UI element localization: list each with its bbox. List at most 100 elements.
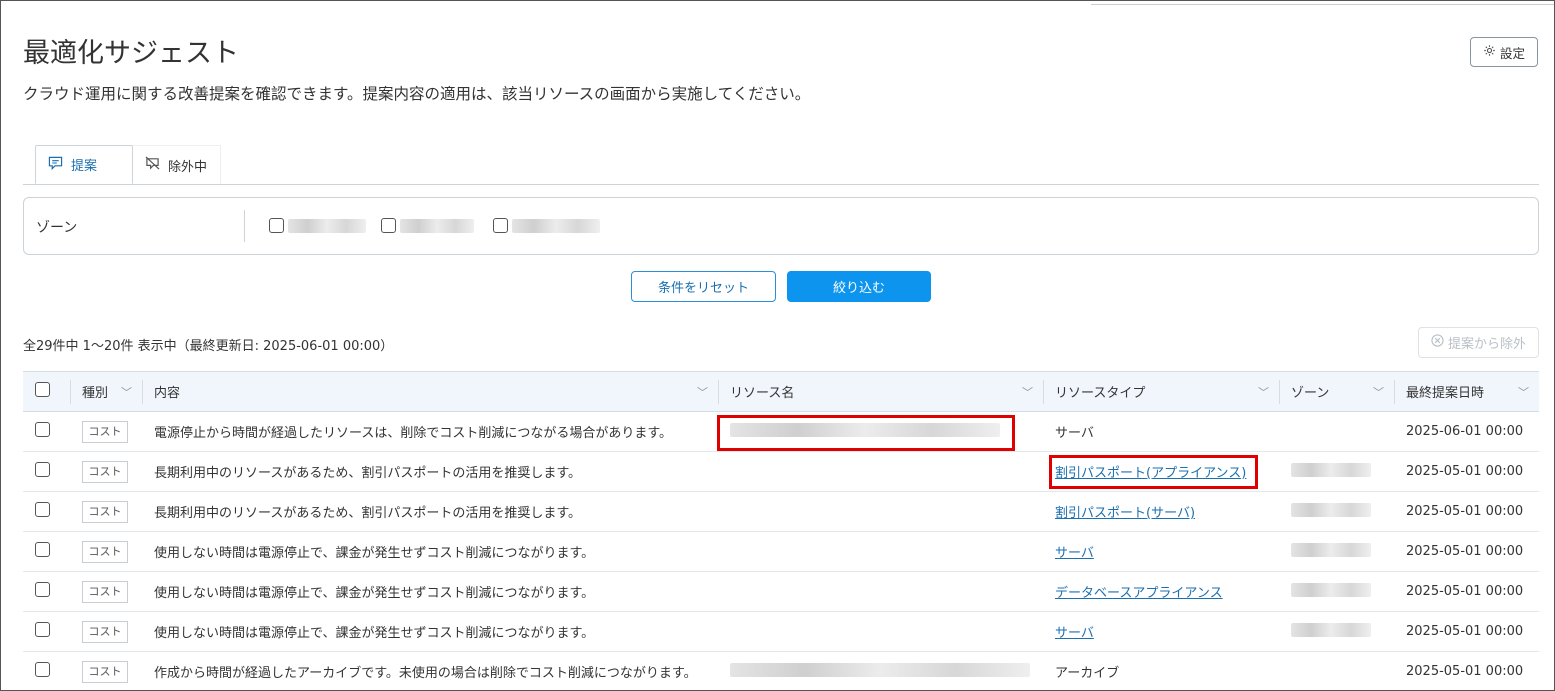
redacted-zone xyxy=(1291,462,1371,477)
chevron-down-icon: ﹀ xyxy=(121,386,132,399)
tab-bar: 提案 除外中 xyxy=(23,144,1539,185)
zone-cell xyxy=(1279,572,1394,612)
zone-cell xyxy=(1279,412,1394,452)
row-checkbox[interactable] xyxy=(35,662,50,677)
date-cell: 2025-05-01 00:00 xyxy=(1406,624,1524,639)
tab-suggestions[interactable]: 提案 xyxy=(35,145,133,184)
result-count: 全29件中 1～20件 表示中（最終更新日: 2025-06-01 00:00） xyxy=(23,339,394,354)
select-all-header xyxy=(23,371,70,412)
column-header-last-suggested[interactable]: 最終提案日時 ﹀ xyxy=(1394,371,1539,412)
zone-checkbox[interactable] xyxy=(269,218,284,233)
column-header-content[interactable]: 内容 ﹀ xyxy=(142,371,718,412)
tab-suggestions-label: 提案 xyxy=(71,159,98,174)
tab-excluded-label: 除外中 xyxy=(168,159,208,175)
redacted-zone xyxy=(1291,542,1371,557)
table-row[interactable]: コスト 作成から時間が経過したアーカイブです。未使用の場合は削除でコスト削減につ… xyxy=(23,652,1539,691)
zone-cell xyxy=(1279,652,1394,691)
select-all-checkbox[interactable] xyxy=(35,382,50,397)
resource-name-cell xyxy=(718,492,1043,532)
resource-type-link[interactable]: データベースアプライアンス xyxy=(1055,586,1223,601)
zone-option-2[interactable] xyxy=(381,218,474,233)
chevron-down-icon: ﹀ xyxy=(1022,386,1033,399)
row-checkbox[interactable] xyxy=(35,422,50,437)
zone-option-1[interactable] xyxy=(269,218,366,233)
column-header-zone[interactable]: ゾーン ﹀ xyxy=(1279,371,1394,412)
date-cell: 2025-06-01 00:00 xyxy=(1406,424,1524,439)
date-cell: 2025-05-01 00:00 xyxy=(1406,664,1524,679)
zone-checkbox[interactable] xyxy=(381,218,396,233)
column-header-type[interactable]: 種別 ﹀ xyxy=(70,371,142,412)
content-cell: 使用しない時間は電源停止で、課金が発生せずコスト削減につながります。 xyxy=(154,586,595,601)
table-header-row: 種別 ﹀ 内容 ﹀ リソース名 ﹀ リソースタイプ ﹀ ゾーン ﹀ 最終提案日時 ﹀ xyxy=(23,371,1539,412)
content-cell: 長期利用中のリソースがあるため、割引パスポートの活用を推奨します。 xyxy=(154,506,582,521)
row-checkbox[interactable] xyxy=(35,582,50,597)
row-checkbox[interactable] xyxy=(35,502,50,517)
resource-name-cell xyxy=(718,572,1043,612)
zone-option-3[interactable] xyxy=(493,218,600,233)
chevron-down-icon: ﹀ xyxy=(697,386,708,399)
exclude-label: 提案から除外 xyxy=(1447,337,1526,352)
highlight-box-resource-name xyxy=(717,415,1015,451)
resource-type-link[interactable]: 割引パスポート(サーバ) xyxy=(1055,506,1195,521)
zone-filter-label: ゾーン xyxy=(36,220,78,236)
zone-cell xyxy=(1279,452,1394,492)
row-checkbox[interactable] xyxy=(35,462,50,477)
content-cell: 使用しない時間は電源停止で、課金が発生せずコスト削減につながります。 xyxy=(154,546,595,561)
date-cell: 2025-05-01 00:00 xyxy=(1406,584,1524,599)
date-cell: 2025-05-01 00:00 xyxy=(1406,464,1524,479)
content-cell: 使用しない時間は電源停止で、課金が発生せずコスト削減につながります。 xyxy=(154,626,595,641)
page-description: クラウド運用に関する改善提案を確認できます。提案内容の適用は、該当リソースの画面… xyxy=(23,85,811,103)
chevron-down-icon: ﹀ xyxy=(1258,386,1269,399)
redacted-zone-name xyxy=(400,218,474,233)
zone-cell xyxy=(1279,492,1394,532)
table-row[interactable]: コスト 使用しない時間は電源停止で、課金が発生せずコスト削減につながります。 サ… xyxy=(23,532,1539,572)
table-row[interactable]: コスト 使用しない時間は電源停止で、課金が発生せずコスト削減につながります。 デ… xyxy=(23,572,1539,612)
resource-name-cell xyxy=(718,532,1043,572)
type-badge: コスト xyxy=(82,460,128,483)
type-badge: コスト xyxy=(82,620,128,643)
redacted-zone-name xyxy=(512,218,600,233)
type-badge: コスト xyxy=(82,660,128,683)
settings-label: 設定 xyxy=(1499,45,1525,61)
zone-cell xyxy=(1279,532,1394,572)
window-frame: 最適化サジェスト クラウド運用に関する改善提案を確認できます。提案内容の適用は、… xyxy=(0,0,1555,691)
table-row[interactable]: コスト 使用しない時間は電源停止で、課金が発生せずコスト削減につながります。 サ… xyxy=(23,612,1539,652)
redacted-zone-name xyxy=(288,218,366,233)
settings-button[interactable]: 設定 xyxy=(1470,37,1538,67)
date-cell: 2025-05-01 00:00 xyxy=(1406,544,1524,559)
gear-icon xyxy=(1483,44,1496,60)
resource-type-link[interactable]: サーバ xyxy=(1055,546,1094,561)
top-bar-edge xyxy=(1091,1,1554,5)
content-cell: 電源停止から時間が経過したリソースは、削除でコスト削減につながる場合があります。 xyxy=(154,426,673,441)
tab-excluded[interactable]: 除外中 xyxy=(133,145,221,184)
apply-filter-button[interactable]: 絞り込む xyxy=(787,271,931,302)
exclude-button[interactable]: 提案から除外 xyxy=(1418,327,1539,358)
resource-type-link[interactable]: サーバ xyxy=(1055,626,1094,641)
type-badge: コスト xyxy=(82,500,128,523)
date-cell: 2025-05-01 00:00 xyxy=(1406,504,1524,519)
redacted-zone xyxy=(1291,502,1371,517)
content-cell: 長期利用中のリソースがあるため、割引パスポートの活用を推奨します。 xyxy=(154,466,582,481)
resource-type-cell: サーバ xyxy=(1055,426,1094,441)
zone-checkbox[interactable] xyxy=(493,218,508,233)
redacted-resource-name xyxy=(730,662,1030,677)
content-cell: 作成から時間が経過したアーカイブです。未使用の場合は削除でコスト削減につながりま… xyxy=(154,666,697,681)
filter-divider xyxy=(244,210,245,242)
resource-name-cell xyxy=(718,452,1043,492)
column-header-resource-name[interactable]: リソース名 ﹀ xyxy=(718,371,1043,412)
highlight-box-resource-type xyxy=(1049,455,1258,489)
table-row[interactable]: コスト 長期利用中のリソースがあるため、割引パスポートの活用を推奨します。 割引… xyxy=(23,492,1539,532)
resource-type-cell: アーカイブ xyxy=(1055,666,1120,681)
comment-icon xyxy=(48,156,63,174)
filter-panel: ゾーン xyxy=(23,197,1539,255)
redacted-zone xyxy=(1291,622,1371,637)
zone-cell xyxy=(1279,612,1394,652)
eye-off-icon xyxy=(145,156,160,174)
table-row[interactable]: コスト 長期利用中のリソースがあるため、割引パスポートの活用を推奨します。 割引… xyxy=(23,452,1539,492)
column-header-resource-type[interactable]: リソースタイプ ﹀ xyxy=(1043,371,1279,412)
reset-filter-button[interactable]: 条件をリセット xyxy=(631,271,776,302)
type-badge: コスト xyxy=(82,580,128,603)
row-checkbox[interactable] xyxy=(35,622,50,637)
redacted-zone xyxy=(1291,582,1371,597)
row-checkbox[interactable] xyxy=(35,542,50,557)
